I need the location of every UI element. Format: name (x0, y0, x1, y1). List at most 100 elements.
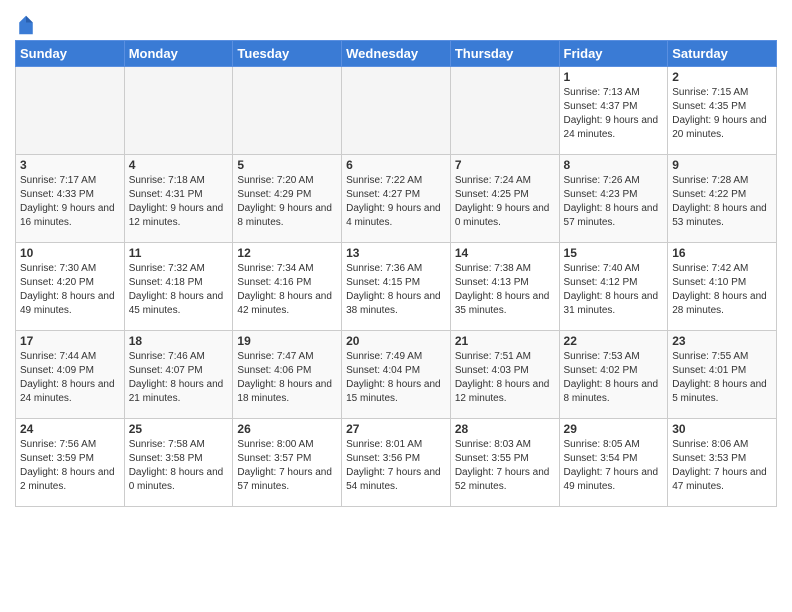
day-info: Sunrise: 7:38 AM Sunset: 4:13 PM Dayligh… (455, 262, 555, 318)
day-info: Sunrise: 7:53 AM Sunset: 4:02 PM Dayligh… (564, 350, 664, 406)
calendar-day-cell (233, 67, 342, 155)
day-info: Sunrise: 7:20 AM Sunset: 4:29 PM Dayligh… (237, 174, 337, 230)
day-info: Sunrise: 7:47 AM Sunset: 4:06 PM Dayligh… (237, 350, 337, 406)
day-info: Sunrise: 8:01 AM Sunset: 3:56 PM Dayligh… (346, 438, 446, 494)
day-number: 12 (237, 246, 337, 260)
calendar-day-cell: 17 Sunrise: 7:44 AM Sunset: 4:09 PM Dayli… (16, 331, 125, 419)
weekday-header-cell: Sunday (16, 41, 125, 67)
day-info: Sunrise: 7:32 AM Sunset: 4:18 PM Dayligh… (129, 262, 229, 318)
day-info: Sunrise: 8:03 AM Sunset: 3:55 PM Dayligh… (455, 438, 555, 494)
calendar-day-cell: 15Sunrise: 7:40 AM Sunset: 4:12 PM Dayli… (559, 243, 668, 331)
day-number: 24 (20, 422, 120, 436)
day-info: Sunrise: 7:28 AM Sunset: 4:22 PM Dayligh… (672, 174, 772, 230)
day-number: 27 (346, 422, 446, 436)
calendar-table: SundayMondayTuesdayWednesdayThursdayFrid… (15, 40, 777, 507)
weekday-header-cell: Saturday (668, 41, 777, 67)
calendar-day-cell: 8 Sunrise: 7:26 AM Sunset: 4:23 PM Daylig… (559, 155, 668, 243)
calendar-day-cell: 28Sunrise: 8:03 AM Sunset: 3:55 PM Dayli… (450, 419, 559, 507)
day-number: 15 (564, 246, 664, 260)
calendar-day-cell: 24 Sunrise: 7:56 AM Sunset: 3:59 PM Dayli… (16, 419, 125, 507)
calendar-day-cell: 13 Sunrise: 7:36 AM Sunset: 4:15 PM Dayli… (342, 243, 451, 331)
day-number: 20 (346, 334, 446, 348)
day-info: Sunrise: 7:56 AM Sunset: 3:59 PM Dayligh… (20, 438, 120, 494)
day-number: 1 (564, 70, 664, 84)
day-number: 21 (455, 334, 555, 348)
day-number: 23 (672, 334, 772, 348)
calendar-day-cell: 21 Sunrise: 7:51 AM Sunset: 4:03 PM Dayli… (450, 331, 559, 419)
day-info: Sunrise: 7:34 AM Sunset: 4:16 PM Dayligh… (237, 262, 337, 318)
day-info: Sunrise: 7:58 AM Sunset: 3:58 PM Dayligh… (129, 438, 229, 494)
day-number: 2 (672, 70, 772, 84)
calendar-day-cell: 2 Sunrise: 7:15 AM Sunset: 4:35 PM Daylig… (668, 67, 777, 155)
day-info: Sunrise: 8:00 AM Sunset: 3:57 PM Dayligh… (237, 438, 337, 494)
day-number: 11 (129, 246, 229, 260)
day-number: 19 (237, 334, 337, 348)
calendar-day-cell: 14 Sunrise: 7:38 AM Sunset: 4:13 PM Dayli… (450, 243, 559, 331)
day-number: 5 (237, 158, 337, 172)
logo-icon (17, 14, 35, 36)
calendar-day-cell: 19 Sunrise: 7:47 AM Sunset: 4:06 PM Dayli… (233, 331, 342, 419)
calendar-day-cell: 26 Sunrise: 8:00 AM Sunset: 3:57 PM Dayli… (233, 419, 342, 507)
logo (15, 16, 35, 36)
day-number: 7 (455, 158, 555, 172)
day-number: 14 (455, 246, 555, 260)
day-info: Sunrise: 8:05 AM Sunset: 3:54 PM Dayligh… (564, 438, 664, 494)
day-number: 4 (129, 158, 229, 172)
day-info: Sunrise: 7:36 AM Sunset: 4:15 PM Dayligh… (346, 262, 446, 318)
day-info: Sunrise: 7:13 AM Sunset: 4:37 PM Dayligh… (564, 86, 664, 142)
weekday-header-cell: Monday (124, 41, 233, 67)
day-info: Sunrise: 7:22 AM Sunset: 4:27 PM Dayligh… (346, 174, 446, 230)
calendar-day-cell: 18 Sunrise: 7:46 AM Sunset: 4:07 PM Dayli… (124, 331, 233, 419)
calendar-week-row: 17 Sunrise: 7:44 AM Sunset: 4:09 PM Dayli… (16, 331, 777, 419)
calendar-day-cell: 9Sunrise: 7:28 AM Sunset: 4:22 PM Daylig… (668, 155, 777, 243)
calendar-day-cell (342, 67, 451, 155)
calendar-week-row: 24 Sunrise: 7:56 AM Sunset: 3:59 PM Dayli… (16, 419, 777, 507)
calendar-day-cell: 10 Sunrise: 7:30 AM Sunset: 4:20 PM Dayli… (16, 243, 125, 331)
day-number: 29 (564, 422, 664, 436)
day-number: 30 (672, 422, 772, 436)
day-info: Sunrise: 7:46 AM Sunset: 4:07 PM Dayligh… (129, 350, 229, 406)
calendar-day-cell: 7 Sunrise: 7:24 AM Sunset: 4:25 PM Daylig… (450, 155, 559, 243)
page-header (15, 10, 777, 36)
calendar-body: 1 Sunrise: 7:13 AM Sunset: 4:37 PM Daylig… (16, 67, 777, 507)
calendar-day-cell: 22 Sunrise: 7:53 AM Sunset: 4:02 PM Dayli… (559, 331, 668, 419)
calendar-day-cell: 27 Sunrise: 8:01 AM Sunset: 3:56 PM Dayli… (342, 419, 451, 507)
day-info: Sunrise: 7:42 AM Sunset: 4:10 PM Dayligh… (672, 262, 772, 318)
calendar-day-cell (16, 67, 125, 155)
weekday-header-row: SundayMondayTuesdayWednesdayThursdayFrid… (16, 41, 777, 67)
calendar-day-cell: 23 Sunrise: 7:55 AM Sunset: 4:01 PM Dayli… (668, 331, 777, 419)
day-info: Sunrise: 7:15 AM Sunset: 4:35 PM Dayligh… (672, 86, 772, 142)
day-number: 16 (672, 246, 772, 260)
day-info: Sunrise: 7:51 AM Sunset: 4:03 PM Dayligh… (455, 350, 555, 406)
day-info: Sunrise: 7:49 AM Sunset: 4:04 PM Dayligh… (346, 350, 446, 406)
weekday-header-cell: Tuesday (233, 41, 342, 67)
calendar-day-cell: 5 Sunrise: 7:20 AM Sunset: 4:29 PM Daylig… (233, 155, 342, 243)
day-number: 22 (564, 334, 664, 348)
day-info: Sunrise: 7:55 AM Sunset: 4:01 PM Dayligh… (672, 350, 772, 406)
calendar-day-cell: 16 Sunrise: 7:42 AM Sunset: 4:10 PM Dayli… (668, 243, 777, 331)
day-number: 6 (346, 158, 446, 172)
day-number: 3 (20, 158, 120, 172)
calendar-day-cell: 29 Sunrise: 8:05 AM Sunset: 3:54 PM Dayli… (559, 419, 668, 507)
weekday-header-cell: Thursday (450, 41, 559, 67)
day-info: Sunrise: 7:30 AM Sunset: 4:20 PM Dayligh… (20, 262, 120, 318)
day-number: 25 (129, 422, 229, 436)
day-number: 10 (20, 246, 120, 260)
calendar-day-cell: 20 Sunrise: 7:49 AM Sunset: 4:04 PM Dayli… (342, 331, 451, 419)
day-info: Sunrise: 7:24 AM Sunset: 4:25 PM Dayligh… (455, 174, 555, 230)
calendar-week-row: 10 Sunrise: 7:30 AM Sunset: 4:20 PM Dayli… (16, 243, 777, 331)
calendar-day-cell (450, 67, 559, 155)
day-number: 18 (129, 334, 229, 348)
day-number: 26 (237, 422, 337, 436)
day-info: Sunrise: 7:44 AM Sunset: 4:09 PM Dayligh… (20, 350, 120, 406)
day-info: Sunrise: 7:26 AM Sunset: 4:23 PM Dayligh… (564, 174, 664, 230)
calendar-day-cell: 6 Sunrise: 7:22 AM Sunset: 4:27 PM Daylig… (342, 155, 451, 243)
day-number: 8 (564, 158, 664, 172)
calendar-day-cell: 1 Sunrise: 7:13 AM Sunset: 4:37 PM Daylig… (559, 67, 668, 155)
calendar-day-cell (124, 67, 233, 155)
day-number: 17 (20, 334, 120, 348)
calendar-day-cell: 3Sunrise: 7:17 AM Sunset: 4:33 PM Daylig… (16, 155, 125, 243)
day-number: 13 (346, 246, 446, 260)
calendar-day-cell: 4Sunrise: 7:18 AM Sunset: 4:31 PM Daylig… (124, 155, 233, 243)
calendar-day-cell: 30Sunrise: 8:06 AM Sunset: 3:53 PM Dayli… (668, 419, 777, 507)
